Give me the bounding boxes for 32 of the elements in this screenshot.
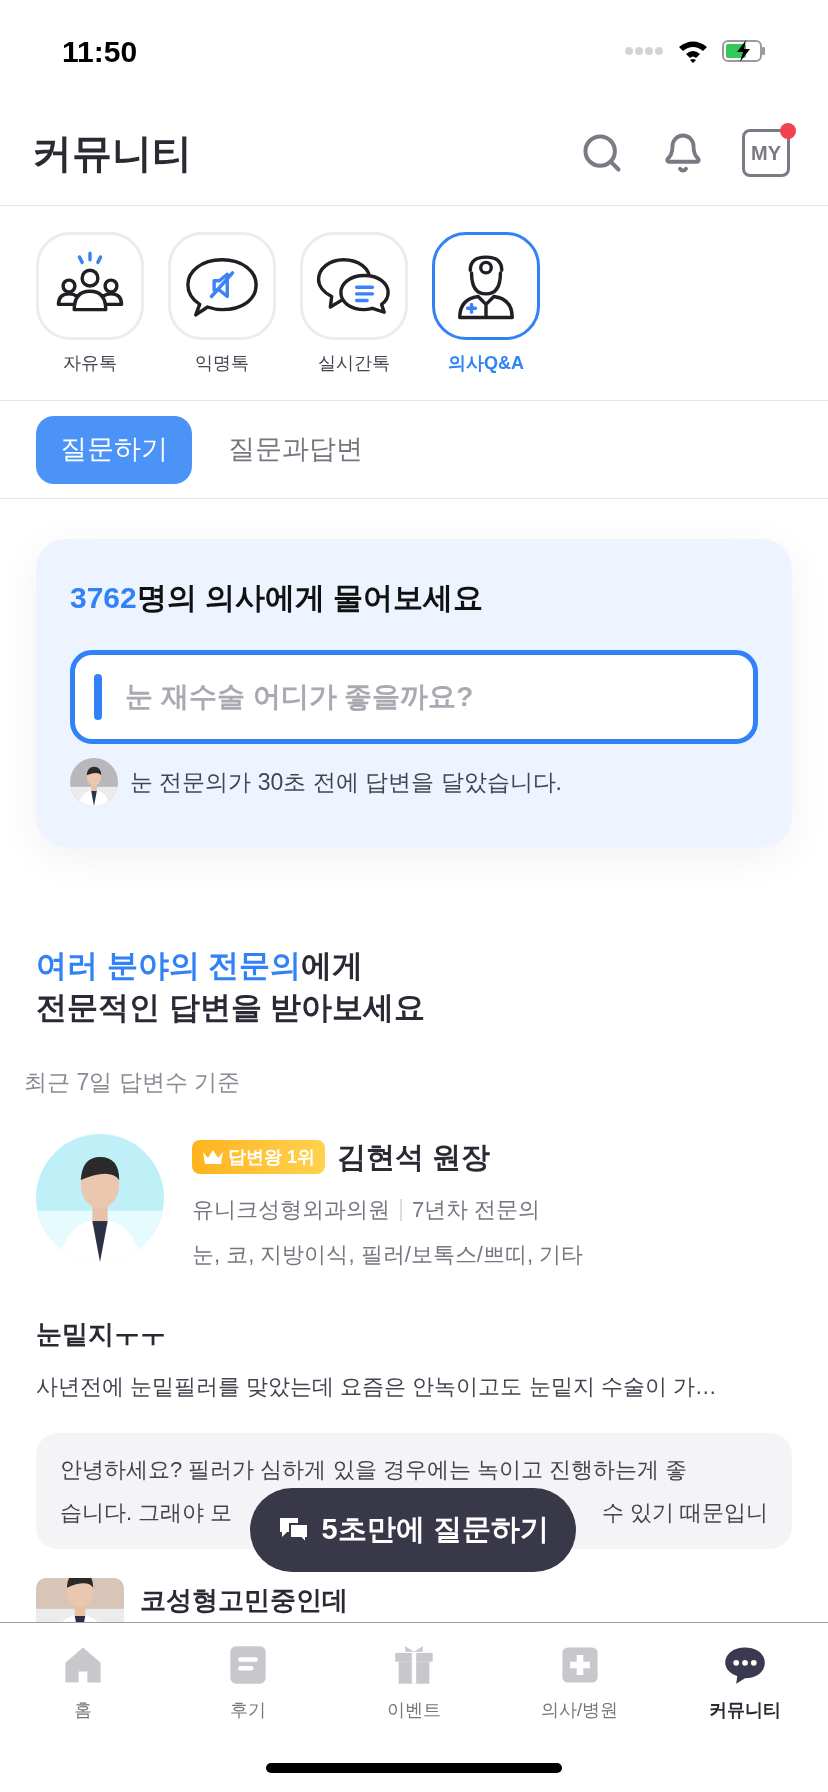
doctor-name: 김현석 원장: [337, 1139, 491, 1175]
signal-icon: [624, 46, 664, 56]
status-time: 11:50: [62, 33, 138, 70]
page-title: 커뮤니티: [32, 129, 192, 177]
answer-text: 안녕하세요? 필러가 심하게 있을 경우에는 녹이고 진행하는게 좋: [60, 1456, 689, 1484]
tab-bar-item[interactable]: 후기: [165, 1623, 332, 1743]
notification-icon[interactable]: [662, 131, 704, 174]
answer-text: 습니다. 그래야 모: [60, 1499, 233, 1527]
post-title: 눈밑지ㅜㅜ: [36, 1318, 167, 1351]
ask-question-button[interactable]: 5초만에 질문하기: [250, 1488, 576, 1572]
doctor-career: 7년차 전문의: [412, 1196, 541, 1224]
recent-answer-text: 눈 전문의가 30초 전에 답변을 달았습니다.: [130, 767, 562, 797]
tab-bar-item[interactable]: 홈: [0, 1623, 166, 1743]
clinic-name: 유니크성형외과의원: [192, 1196, 390, 1224]
post-title: 코성형고민중인데: [140, 1583, 348, 1617]
battery-icon: [722, 39, 766, 63]
tab-bar-item[interactable]: 이벤트: [331, 1623, 497, 1743]
text-cursor: [94, 674, 102, 720]
question-field[interactable]: 눈 재수술 어디가 좋을까요?: [70, 650, 758, 744]
card-headline: 3762명의 의사에게 물어보세요: [70, 580, 485, 616]
tab-bar-item[interactable]: 커뮤니티: [662, 1623, 828, 1743]
ranking-basis: 최근 7일 답변수 기준: [23, 1068, 241, 1097]
doctor-specialties: 눈, 코, 지방이식, 필러/보톡스/쁘띠, 기타: [192, 1241, 584, 1269]
wifi-icon: [678, 39, 708, 63]
tab-bar-item[interactable]: 의사/병원: [496, 1623, 663, 1743]
sub-tab[interactable]: 질문하기: [36, 415, 192, 484]
rank-badge: 답변왕 1위: [192, 1140, 325, 1175]
post-excerpt: 사년전에 눈밑필러를 맞았는데 요즘은 안녹이고도 눈밑지 수술이 가…: [36, 1373, 718, 1401]
section-heading: 여러 분야의 전문의에게 전문적인 답변을 받아보세요: [36, 947, 427, 1027]
sub-tab[interactable]: 질문과답변: [204, 415, 387, 484]
crown-icon: [202, 1148, 224, 1167]
answer-text: 수 있기 때문입니: [601, 1499, 768, 1527]
